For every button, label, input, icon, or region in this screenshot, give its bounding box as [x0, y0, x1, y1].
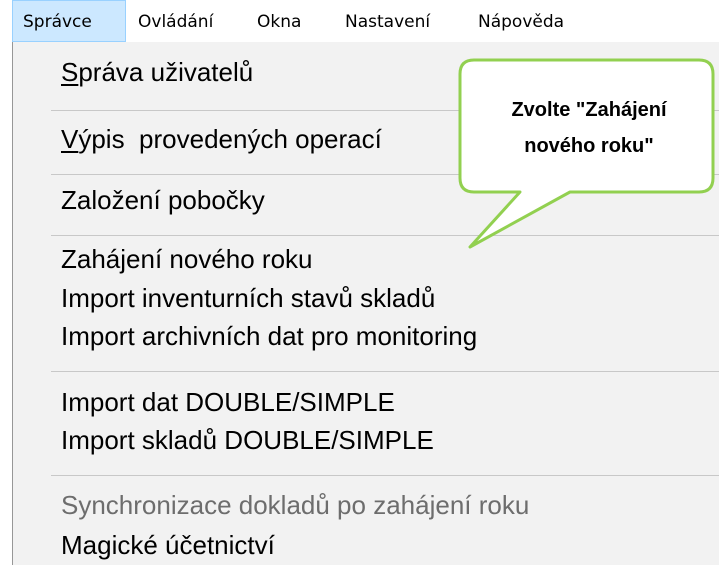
menu-nastaveni[interactable]: Nastavení	[345, 0, 430, 42]
menu-item-import-dat-double-simple[interactable]: Import dat DOUBLE/SIMPLE	[61, 387, 395, 418]
menu-spravce[interactable]: Správce	[12, 0, 126, 42]
callout-text: Zvolte "Zahájení nového roku"	[466, 92, 712, 164]
menu-separator	[51, 174, 719, 175]
menu-item-vypis-operaci[interactable]: Výpis provedených operací	[61, 124, 382, 155]
menu-item-vypis-operaci-label: ýpis provedených operací	[78, 124, 382, 154]
menu-item-magicke-ucetnictvi[interactable]: Magické účetnictví	[61, 530, 275, 561]
menu-item-synchronizace-dokladu: Synchronizace dokladů po zahájení roku	[61, 490, 530, 520]
menu-item-import-inventurnich-stavu[interactable]: Import inventurních stavů skladů	[61, 283, 435, 314]
menu-item-zalozeni-pobocky[interactable]: Založení pobočky	[61, 185, 265, 216]
menu-separator	[51, 371, 719, 372]
menu-item-sprava-uzivatelu-label: práva uživatelů	[78, 57, 254, 87]
menu-item-vypis-operaci-accel: V	[61, 124, 79, 154]
callout-line-2: nového roku"	[524, 135, 654, 157]
menu-separator	[51, 235, 719, 236]
menu-item-sprava-uzivatelu-accel: S	[61, 57, 79, 87]
menu-bar: Správce Ovládání Okna Nastavení Nápověda	[0, 0, 719, 42]
menu-item-sprava-uzivatelu[interactable]: Správa uživatelů	[61, 57, 253, 88]
callout-line-1: Zvolte "Zahájení	[511, 99, 667, 121]
menu-okna[interactable]: Okna	[257, 0, 301, 42]
menu-item-import-skladu-double-simple[interactable]: Import skladů DOUBLE/SIMPLE	[61, 425, 434, 456]
menu-item-import-archivnich-dat[interactable]: Import archivních dat pro monitoring	[61, 321, 477, 352]
menu-napoveda[interactable]: Nápověda	[478, 0, 564, 42]
menu-ovladani[interactable]: Ovládání	[138, 0, 213, 42]
menu-item-zahajeni-noveho-roku[interactable]: Zahájení nového roku	[61, 244, 313, 275]
menu-separator	[51, 475, 719, 476]
